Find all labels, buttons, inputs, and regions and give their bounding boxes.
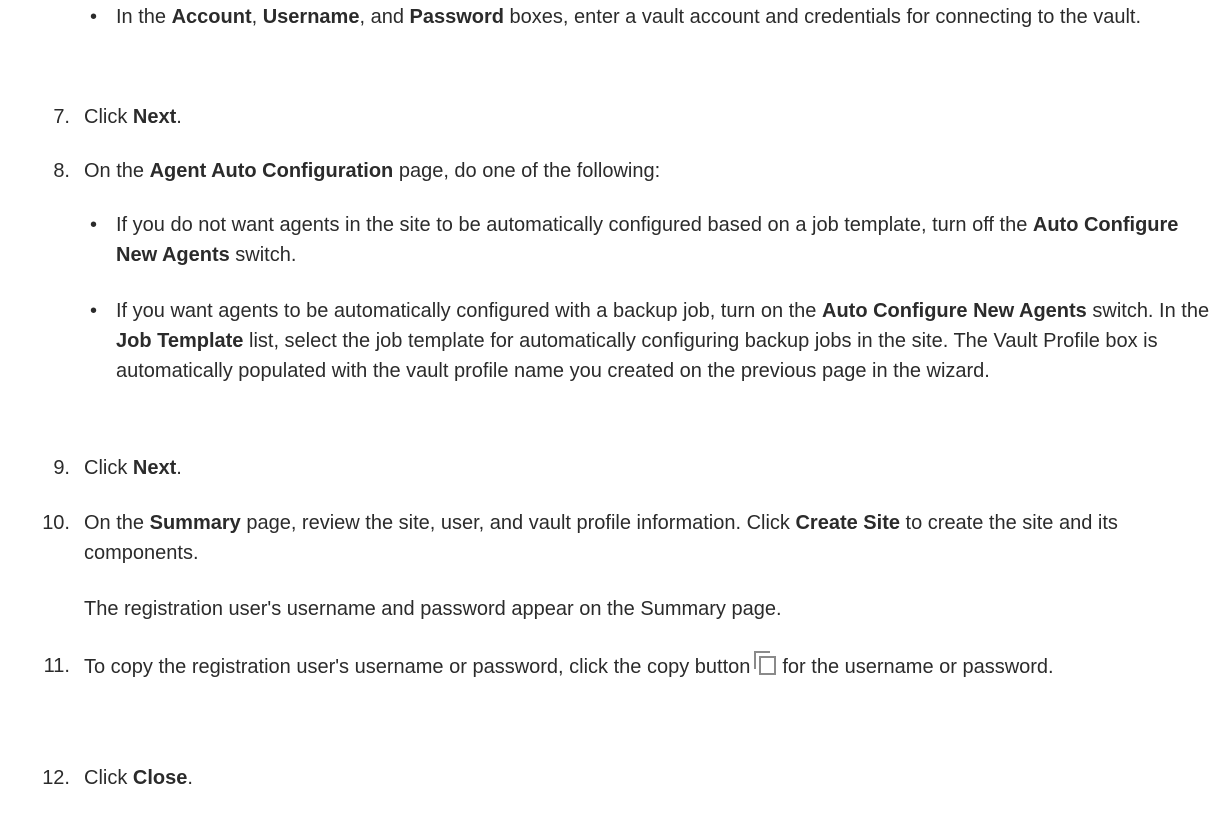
step-number: 12.: [42, 767, 70, 789]
bullet: •: [90, 214, 98, 236]
step-number: 9.: [53, 457, 70, 479]
step-number: 10.: [42, 512, 70, 534]
step-12-text: Click Close.: [84, 767, 193, 789]
username-term: Username: [262, 6, 360, 28]
bullet: •: [90, 300, 98, 322]
step-number: 8.: [53, 160, 70, 182]
create-site-term: Create Site: [795, 512, 900, 534]
job-template-term: Job Template: [116, 330, 244, 352]
password-term: Password: [409, 6, 504, 28]
step-11-text: To copy the registration user's username…: [84, 651, 1204, 682]
document-page: • In the Account, Username, and Password…: [0, 0, 1228, 819]
step-number: 11.: [43, 655, 70, 677]
auto-configure-new-agents-term: Auto Configure New Agents: [822, 300, 1087, 322]
step-7-text: Click Next.: [84, 106, 182, 128]
copy-icon: [754, 651, 777, 675]
step-6-bullet-text: In the Account, Username, and Password b…: [116, 6, 1142, 28]
step-10-text: On the Summary page, review the site, us…: [84, 512, 1118, 564]
step-8-text: On the Agent Auto Configuration page, do…: [84, 160, 661, 182]
step-number: 7.: [53, 106, 70, 128]
next-term: Next: [132, 106, 177, 128]
step-8-bullet-2-text: If you want agents to be automatically c…: [116, 300, 1210, 382]
step-8-bullet-1-text: If you do not want agents in the site to…: [116, 214, 1179, 266]
summary-term: Summary: [149, 512, 241, 534]
close-term: Close: [132, 767, 188, 789]
account-term: Account: [171, 6, 252, 28]
agent-auto-configuration-term: Agent Auto Configuration: [149, 160, 394, 182]
next-term: Next: [132, 457, 177, 479]
step-10-note-text: The registration user's username and pas…: [84, 598, 782, 620]
bullet: •: [90, 6, 98, 28]
step-9-text: Click Next.: [84, 457, 182, 479]
